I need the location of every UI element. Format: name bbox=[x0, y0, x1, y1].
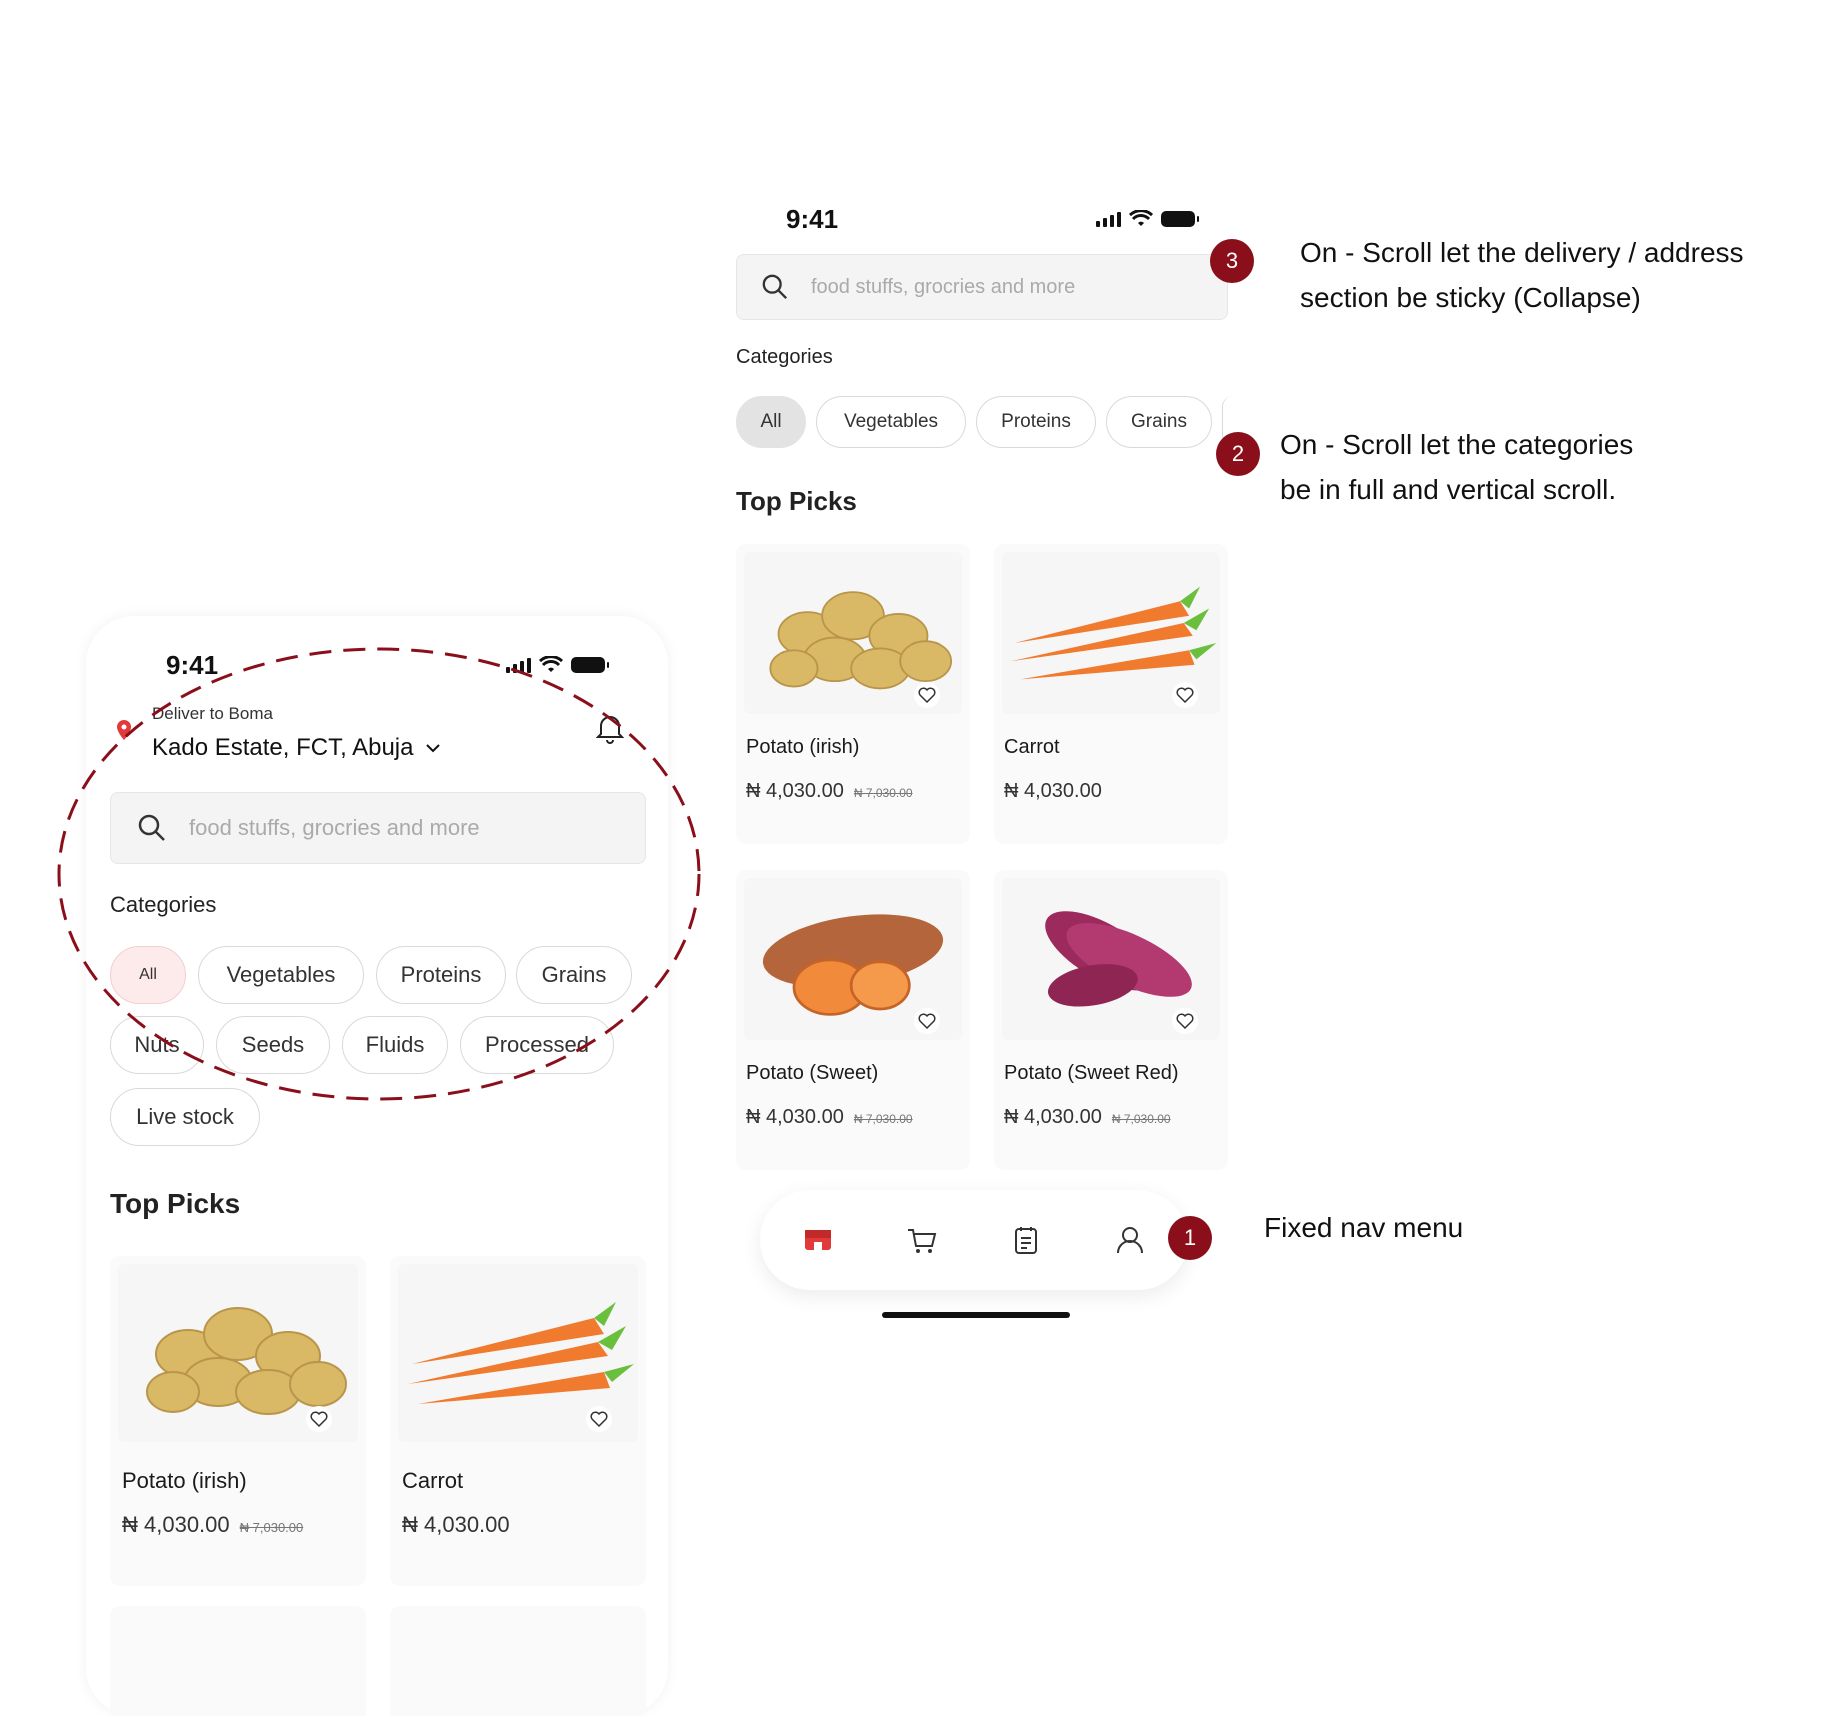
profile-icon[interactable] bbox=[1114, 1224, 1146, 1256]
product-card[interactable]: Carrot ₦ 4,030.00 bbox=[994, 544, 1228, 844]
highlight-dashed-ellipse bbox=[57, 647, 701, 1101]
product-card[interactable]: Potato (Sweet Red) ₦ 4,030.00 ₦ 7,030.00 bbox=[994, 870, 1228, 1170]
signal-icon bbox=[1096, 211, 1121, 227]
annotation-badge-1: 1 bbox=[1168, 1216, 1212, 1260]
product-old-price: ₦ 7,030.00 bbox=[239, 1520, 304, 1535]
home-indicator bbox=[882, 1312, 1070, 1318]
bottom-nav-bar bbox=[760, 1190, 1188, 1290]
wifi-icon bbox=[1129, 210, 1153, 226]
product-name: Carrot bbox=[1004, 736, 1060, 758]
product-price: ₦ 4,030.00 ₦ 7,030.00 bbox=[1004, 1106, 1171, 1128]
product-name: Potato (Sweet) bbox=[746, 1062, 879, 1084]
product-card-partial[interactable] bbox=[390, 1606, 646, 1716]
chip-vegetables[interactable]: Vegetables bbox=[816, 396, 966, 448]
categories-title-right: Categories bbox=[736, 346, 833, 368]
product-card[interactable]: Potato (Sweet) ₦ 4,030.00 ₦ 7,030.00 bbox=[736, 870, 970, 1170]
product-card-partial[interactable] bbox=[110, 1606, 366, 1716]
annotation-badge-3: 3 bbox=[1210, 239, 1254, 283]
store-icon[interactable] bbox=[802, 1224, 834, 1256]
top-picks-title: Top Picks bbox=[110, 1188, 241, 1219]
search-icon bbox=[762, 274, 788, 300]
product-card[interactable]: Potato (irish) ₦ 4,030.00 ₦ 7,030.00 bbox=[110, 1256, 366, 1586]
chip-all[interactable]: All bbox=[736, 396, 806, 448]
search-bar-right[interactable]: food stuffs, grocries and more bbox=[736, 254, 1228, 320]
favorite-heart-icon[interactable] bbox=[914, 682, 940, 708]
orders-icon[interactable] bbox=[1010, 1224, 1042, 1256]
search-placeholder: food stuffs, grocries and more bbox=[811, 275, 1076, 298]
favorite-heart-icon[interactable] bbox=[586, 1406, 612, 1432]
battery-icon bbox=[1161, 211, 1199, 227]
status-time-right: 9:41 bbox=[786, 204, 839, 234]
cart-icon[interactable] bbox=[906, 1224, 938, 1256]
annotation-badge-2: 2 bbox=[1216, 432, 1260, 476]
favorite-heart-icon[interactable] bbox=[914, 1008, 940, 1034]
product-name: Potato (Sweet Red) bbox=[1004, 1062, 1179, 1084]
product-card[interactable]: Potato (irish) ₦ 4,030.00 ₦ 7,030.00 bbox=[736, 544, 970, 844]
product-price: ₦ 4,030.00 ₦ 7,030.00 bbox=[746, 1106, 913, 1128]
chip-proteins[interactable]: Proteins bbox=[976, 396, 1096, 448]
status-icons-right bbox=[1096, 210, 1199, 228]
product-old-price: ₦ 7,030.00 bbox=[853, 786, 913, 800]
annotation-text-3: On - Scroll let the delivery / address s… bbox=[1300, 237, 1744, 313]
product-price: ₦ 4,030.00 bbox=[1004, 780, 1102, 802]
product-price: ₦ 4,030.00 bbox=[402, 1512, 510, 1537]
annotation-text-2: On - Scroll let the categories be in ful… bbox=[1280, 429, 1634, 505]
product-name: Potato (irish) bbox=[122, 1468, 247, 1493]
product-name: Potato (irish) bbox=[746, 736, 860, 758]
favorite-heart-icon[interactable] bbox=[1172, 1008, 1198, 1034]
chip-grains[interactable]: Grains bbox=[1106, 396, 1212, 448]
product-price: ₦ 4,030.00 ₦ 7,030.00 bbox=[122, 1512, 304, 1537]
favorite-heart-icon[interactable] bbox=[1172, 682, 1198, 708]
annotation-text-1: Fixed nav menu bbox=[1264, 1212, 1464, 1243]
product-card[interactable]: Carrot ₦ 4,030.00 bbox=[390, 1256, 646, 1586]
product-price: ₦ 4,030.00 ₦ 7,030.00 bbox=[746, 780, 913, 802]
product-old-price: ₦ 7,030.00 bbox=[1111, 1112, 1171, 1126]
top-picks-title-right: Top Picks bbox=[736, 486, 857, 516]
favorite-heart-icon[interactable] bbox=[306, 1406, 332, 1432]
product-old-price: ₦ 7,030.00 bbox=[853, 1112, 913, 1126]
product-name: Carrot bbox=[402, 1468, 464, 1493]
